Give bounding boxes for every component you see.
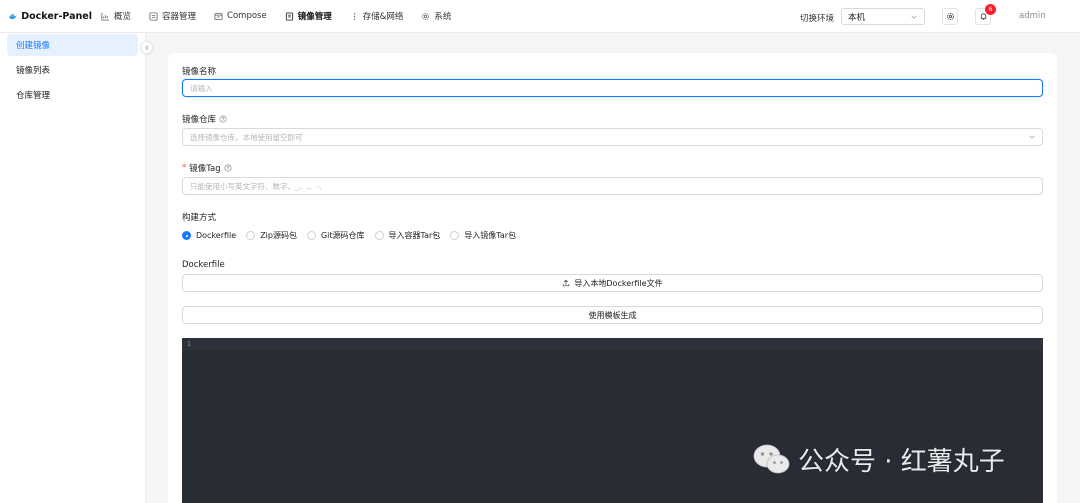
upload-icon xyxy=(563,279,570,287)
wechat-logo-icon xyxy=(753,444,790,473)
build-method-label: 构建方式 xyxy=(182,211,216,223)
env-select[interactable]: 本机 xyxy=(841,8,925,25)
image-name-label: 镜像名称 xyxy=(182,65,216,77)
nav-label: Compose xyxy=(227,11,267,21)
radio-label: 导入容器Tar包 xyxy=(388,231,441,240)
radio-label: Dockerfile xyxy=(196,231,237,240)
nav-label: 容器管理 xyxy=(162,12,197,22)
required-mark: * xyxy=(182,163,187,173)
image-name-label-text: 镜像名称 xyxy=(182,67,217,77)
radio-label: Git源码仓库 xyxy=(320,231,365,240)
sidebar-item-label: 创建镜像 xyxy=(16,41,51,51)
editor-line-number: 1 xyxy=(186,340,192,348)
nav-images[interactable]: 镜像管理 xyxy=(276,0,341,33)
radio-dot xyxy=(374,231,384,240)
sidebar-item-create-image[interactable]: 创建镜像 xyxy=(7,34,138,56)
main-nav: 概览 容器管理 Compose 镜像管理 存储&网络 系统 xyxy=(92,0,460,33)
chart-icon xyxy=(101,12,110,21)
chevron-down-icon xyxy=(1029,135,1035,139)
env-label: 切换环境 xyxy=(800,14,835,24)
nav-label: 系统 xyxy=(434,12,452,22)
image-icon xyxy=(285,11,294,21)
top-bar: Docker-Panel 概览 容器管理 Compose 镜像管理 存储&网络 … xyxy=(0,0,1080,33)
template-generate-label: 使用模板生成 xyxy=(588,310,637,320)
sidebar-item-repo-management[interactable]: 仓库管理 xyxy=(7,84,138,106)
nav-system[interactable]: 系统 xyxy=(412,0,460,33)
help-icon[interactable] xyxy=(224,164,232,172)
dockerfile-editor[interactable]: 1 xyxy=(182,338,1043,503)
image-repo-label: 镜像仓库 xyxy=(182,113,227,125)
notification-badge: 6 xyxy=(985,4,996,15)
nav-containers[interactable]: 容器管理 xyxy=(140,0,205,33)
compose-icon xyxy=(214,12,223,21)
image-repo-label-text: 镜像仓库 xyxy=(182,115,217,125)
watermark-text: 公众号 · 红薯丸子 xyxy=(798,447,1005,477)
nav-label: 镜像管理 xyxy=(297,12,332,22)
radio-label: Zip源码包 xyxy=(260,231,297,240)
dockerfile-label-text: Dockerfile xyxy=(182,260,225,270)
env-select-value: 本机 xyxy=(848,12,866,23)
image-tag-input[interactable] xyxy=(190,181,1042,191)
build-method-label-text: 构建方式 xyxy=(182,213,217,223)
gear-icon xyxy=(946,13,954,20)
storage-icon xyxy=(350,12,359,21)
dockerfile-label: Dockerfile xyxy=(182,260,225,270)
template-generate-button[interactable]: 使用模板生成 xyxy=(182,306,1043,324)
user-name[interactable]: admin xyxy=(1019,11,1046,21)
image-name-input[interactable] xyxy=(190,83,1042,93)
chevron-down-icon xyxy=(911,15,917,19)
create-image-form: 镜像名称 镜像仓库 选择镜像仓库，本地使用留空即可 * 镜像Tag 构建方式 D… xyxy=(168,53,1057,503)
chevron-left-icon xyxy=(144,45,148,50)
app-name: Docker-Panel xyxy=(21,10,92,22)
radio-dot xyxy=(306,231,316,240)
build-method-radio-group: Dockerfile Zip源码包 Git源码仓库 导入容器Tar包 导入镜像T… xyxy=(182,230,526,241)
image-repo-select[interactable]: 选择镜像仓库，本地使用留空即可 xyxy=(182,128,1043,146)
help-icon[interactable] xyxy=(219,115,227,123)
nav-compose[interactable]: Compose xyxy=(205,0,276,33)
radio-zip-source[interactable]: Zip源码包 xyxy=(246,230,297,241)
sidebar-collapse-button[interactable] xyxy=(140,41,153,54)
nav-label: 概览 xyxy=(114,12,132,22)
radio-dot xyxy=(450,231,460,240)
sidebar: 创建镜像 镜像列表 仓库管理 xyxy=(0,33,146,503)
sidebar-item-label: 仓库管理 xyxy=(16,91,51,101)
radio-dot xyxy=(246,231,256,240)
nav-storage-network[interactable]: 存储&网络 xyxy=(341,0,413,33)
import-dockerfile-label: 导入本地Dockerfile文件 xyxy=(574,278,663,288)
image-tag-label: * 镜像Tag xyxy=(182,162,232,174)
image-name-field[interactable] xyxy=(182,79,1043,97)
brand[interactable]: Docker-Panel xyxy=(0,11,92,22)
container-icon xyxy=(149,11,158,21)
import-dockerfile-button[interactable]: 导入本地Dockerfile文件 xyxy=(182,274,1043,292)
editor-active-line: 1 xyxy=(182,338,1043,350)
radio-image-tar[interactable]: 导入镜像Tar包 xyxy=(450,230,516,241)
gear-icon xyxy=(421,12,430,21)
radio-dot xyxy=(182,231,191,240)
image-repo-placeholder: 选择镜像仓库，本地使用留空即可 xyxy=(190,132,303,142)
radio-dockerfile[interactable]: Dockerfile xyxy=(182,231,236,240)
settings-button[interactable] xyxy=(942,8,958,25)
radio-container-tar[interactable]: 导入容器Tar包 xyxy=(374,230,441,241)
image-tag-label-text: 镜像Tag xyxy=(189,164,221,174)
radio-git-repo[interactable]: Git源码仓库 xyxy=(306,230,365,241)
sidebar-item-image-list[interactable]: 镜像列表 xyxy=(7,59,138,81)
docker-logo-icon xyxy=(9,13,17,19)
nav-label: 存储&网络 xyxy=(362,12,404,22)
image-tag-field[interactable] xyxy=(182,177,1043,195)
radio-label: 导入镜像Tar包 xyxy=(464,231,517,240)
nav-overview[interactable]: 概览 xyxy=(92,0,140,33)
watermark: 公众号 · 红薯丸子 xyxy=(752,441,1005,478)
sidebar-item-label: 镜像列表 xyxy=(16,66,51,76)
